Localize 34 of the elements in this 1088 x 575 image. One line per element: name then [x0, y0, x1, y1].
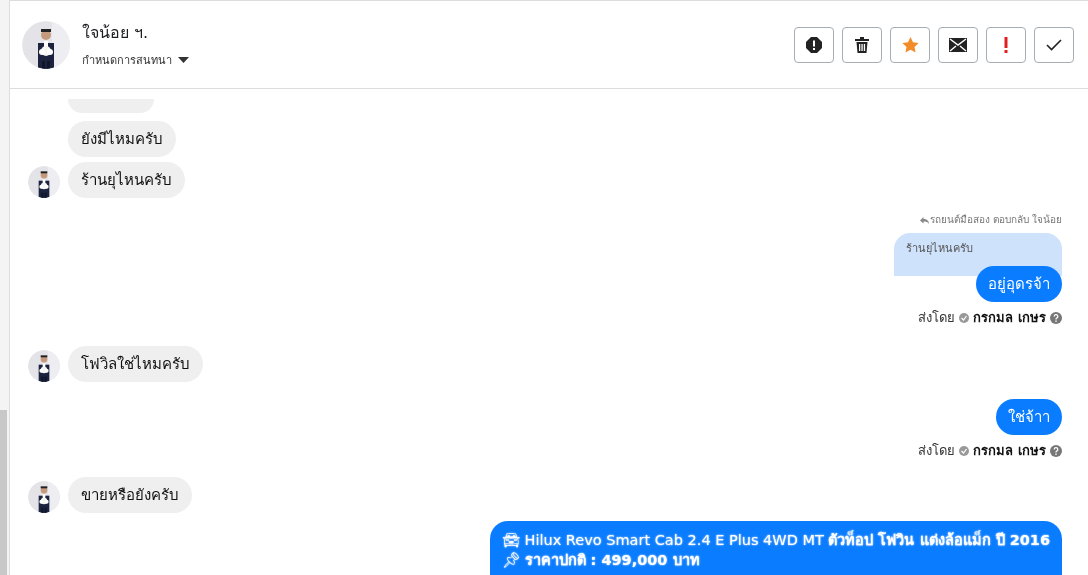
- trash-icon: [855, 36, 869, 53]
- report-button[interactable]: [794, 26, 834, 63]
- conversation-menu-label[interactable]: กำหนดการสนทนา: [82, 51, 172, 69]
- message-bubble: อยู่อุดรจ้า: [976, 266, 1062, 302]
- help-icon[interactable]: [1050, 312, 1062, 324]
- checkmark-icon: [1046, 38, 1062, 51]
- exclamation-icon: [1004, 36, 1008, 53]
- message-bubble: ยังมีไหมครับ: [68, 121, 176, 157]
- contact-name: ใจน้อย ฯ.: [82, 22, 150, 44]
- help-icon[interactable]: [1050, 445, 1062, 457]
- star-icon: [901, 36, 919, 53]
- scrollbar[interactable]: [0, 410, 7, 575]
- sender-name: กรกมล เกษร: [973, 443, 1046, 459]
- done-button[interactable]: [1034, 26, 1074, 63]
- important-button[interactable]: [986, 26, 1026, 63]
- delete-button[interactable]: [842, 26, 882, 63]
- message-bubble: ใช่จ้าา: [996, 399, 1062, 435]
- sent-by-label: ส่งโดย: [918, 443, 956, 459]
- message-bubble: ร้านยุไหนครับ: [68, 162, 185, 198]
- reply-arrow-icon: [919, 216, 929, 224]
- message-bubble: ขายหรือยังครับ: [68, 477, 192, 513]
- star-button[interactable]: [890, 26, 930, 63]
- check-circle-icon: [959, 446, 970, 456]
- dropdown-caret-icon[interactable]: [178, 57, 189, 63]
- mail-icon: [949, 37, 967, 52]
- sender-name: กรกมล เกษร: [973, 310, 1046, 326]
- check-circle-icon: [959, 313, 970, 323]
- listing-message: 🚘 Hilux Revo Smart Cab 2.4 E Plus 4WD MT ตัวท็อป โฟวิน แต่งล้อแม็ก ปี 2016 📌 ราคาปกติ : 499,000 บาท: [489, 521, 1062, 575]
- quoted-message: ร้านยุไหนครับ: [894, 233, 1062, 276]
- mark-unread-button[interactable]: [938, 26, 978, 63]
- message-bubble: โฟวิลใช่ไหมครับ: [68, 346, 203, 382]
- reply-info: รถยนต์มือสอง ตอบกลับ ใจน้อย: [929, 214, 1062, 226]
- alert-icon: [806, 36, 822, 53]
- sent-by-label: ส่งโดย: [918, 310, 956, 326]
